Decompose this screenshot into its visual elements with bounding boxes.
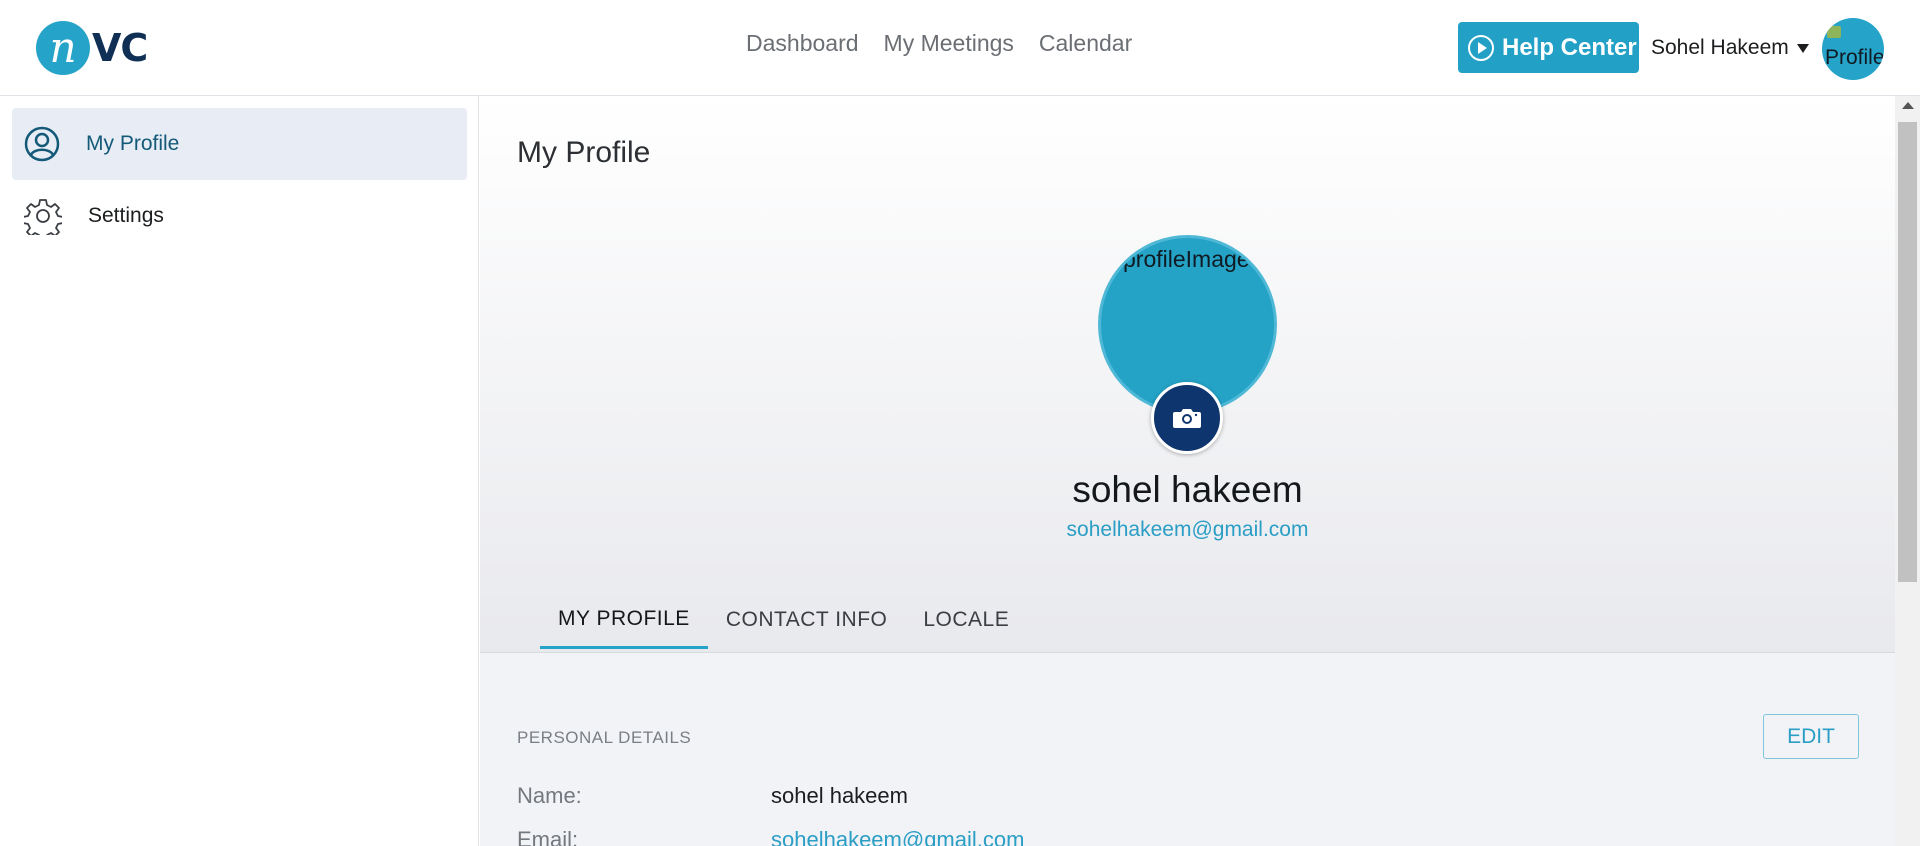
email-label: Email: — [517, 827, 579, 846]
personal-details-panel: PERSONAL DETAILS EDIT Name: sohel hakeem… — [480, 653, 1895, 846]
logo-text: VC — [92, 26, 148, 70]
name-label: Name: — [517, 783, 582, 808]
main-nav: Dashboard My Meetings Calendar — [746, 30, 1132, 57]
nav-my-meetings[interactable]: My Meetings — [884, 30, 1014, 57]
profile-email[interactable]: sohelhakeem@gmail.com — [480, 518, 1895, 542]
change-photo-button[interactable] — [1151, 382, 1223, 454]
sidebar-item-my-profile[interactable]: My Profile — [12, 108, 467, 180]
header-avatar-alt: Profile — [1825, 46, 1884, 69]
caret-down-icon — [1796, 43, 1809, 53]
camera-icon — [1173, 409, 1201, 428]
nav-dashboard[interactable]: Dashboard — [746, 30, 859, 57]
user-circle-icon — [24, 126, 60, 162]
logo-mark: n — [36, 21, 90, 75]
scroll-up-arrow-icon[interactable] — [1902, 102, 1914, 109]
page-title: My Profile — [517, 136, 651, 169]
nav-calendar[interactable]: Calendar — [1039, 30, 1132, 57]
sidebar: My Profile Settings — [0, 96, 479, 846]
tab-contact-info[interactable]: CONTACT INFO — [708, 591, 906, 649]
edit-button[interactable]: EDIT — [1763, 714, 1859, 759]
profile-image-alt: profileImage — [1123, 246, 1250, 272]
header-avatar[interactable]: Profile — [1822, 18, 1884, 80]
top-header: n VC Dashboard My Meetings Calendar Help… — [0, 0, 1920, 96]
user-menu[interactable]: Sohel Hakeem — [1651, 36, 1809, 60]
name-value: sohel hakeem — [771, 783, 908, 808]
main-content: My Profile profileImage sohel hakeem soh… — [480, 96, 1895, 846]
scroll-thumb[interactable] — [1898, 122, 1917, 582]
gear-icon — [24, 199, 62, 235]
broken-image-icon — [1827, 26, 1841, 38]
vertical-scrollbar[interactable] — [1895, 96, 1920, 846]
help-center-label: Help Center — [1502, 33, 1637, 61]
help-center-button[interactable]: Help Center — [1458, 22, 1639, 73]
sidebar-item-settings[interactable]: Settings — [12, 180, 467, 252]
tab-my-profile[interactable]: MY PROFILE — [540, 591, 708, 649]
sidebar-item-label: My Profile — [86, 132, 180, 155]
profile-tabs: MY PROFILE CONTACT INFO LOCALE — [540, 591, 1027, 649]
play-icon — [1468, 34, 1494, 61]
profile-name: sohel hakeem — [1072, 469, 1303, 510]
nvc-logo[interactable]: n VC — [36, 20, 148, 76]
tab-locale[interactable]: LOCALE — [905, 591, 1027, 649]
section-title: PERSONAL DETAILS — [517, 728, 692, 747]
email-value[interactable]: sohelhakeem@gmail.com — [771, 827, 1024, 846]
user-name: Sohel Hakeem — [1651, 36, 1789, 59]
sidebar-item-label: Settings — [88, 204, 164, 227]
